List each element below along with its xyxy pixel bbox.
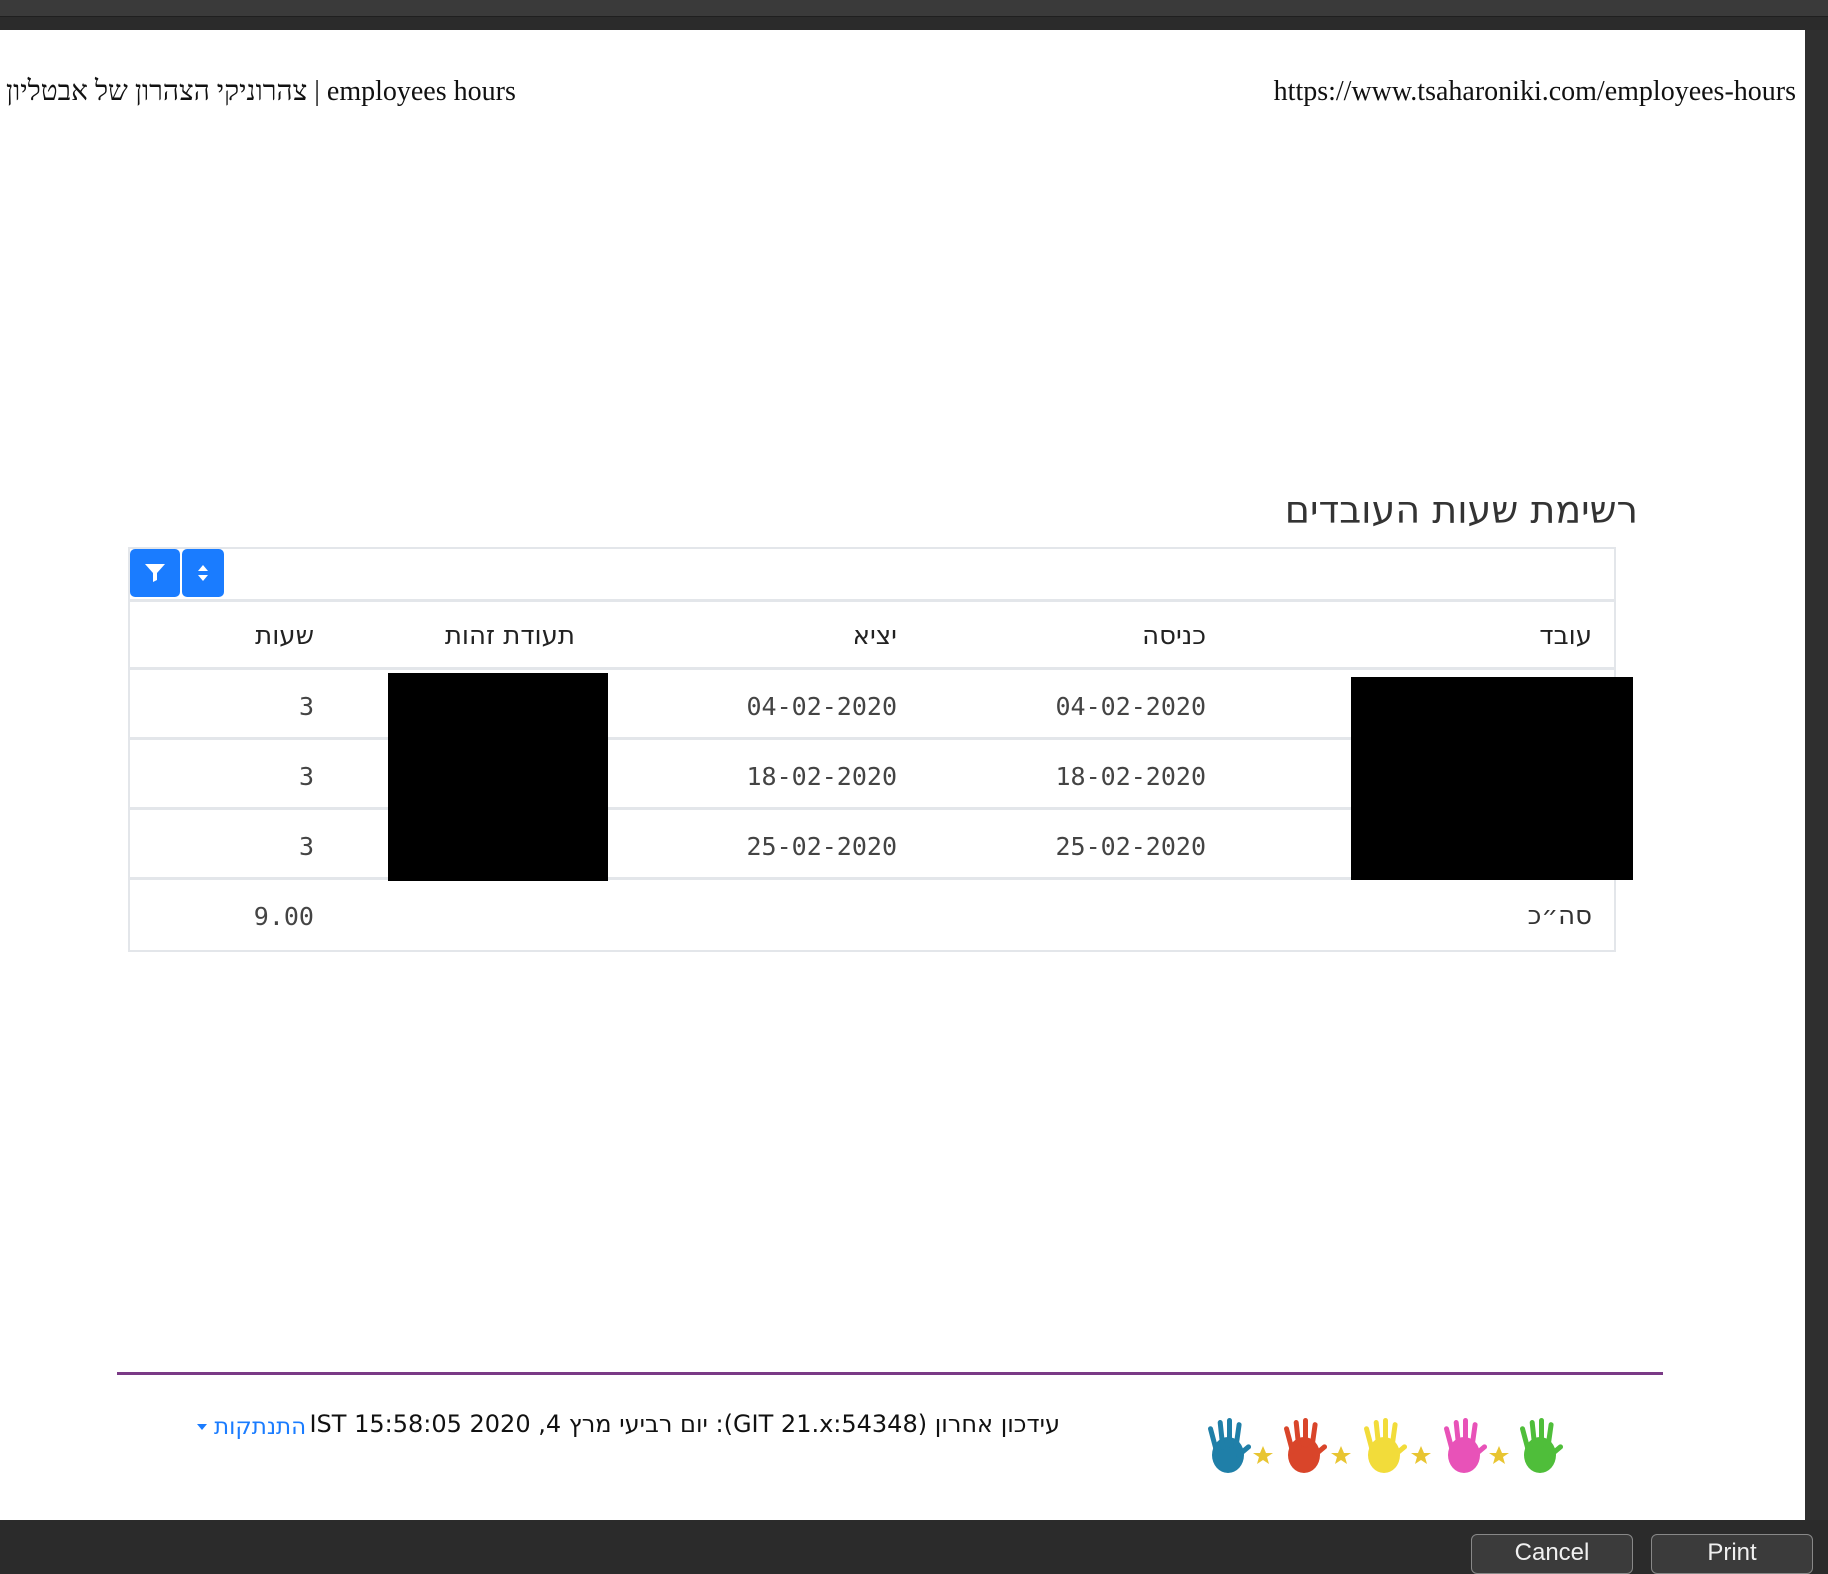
- column-header-hours[interactable]: שעות: [255, 602, 314, 670]
- preview-scroll-rail[interactable]: [1805, 30, 1828, 1520]
- print-button[interactable]: Print: [1651, 1534, 1813, 1574]
- filter-icon: [145, 564, 165, 582]
- hand-yellow-icon: [1364, 1418, 1408, 1473]
- cell-hours: 3: [298, 691, 314, 721]
- star-icon: [1253, 1446, 1273, 1464]
- last-update-day: יום רביעי מרץ: [568, 1410, 708, 1438]
- print-header-title: צהרוניקי הצהרון של אבטליון | employees h…: [6, 76, 516, 107]
- redacted-worker-block: [1351, 677, 1633, 880]
- table-toolbar: [130, 549, 1614, 602]
- total-hours: 9.00: [253, 901, 314, 931]
- table-header-row: עובד כניסה יציא תעודת זהות שעות: [130, 602, 1614, 670]
- table-total-row: סה״כ 9.00: [130, 882, 1614, 950]
- cell-enter: 04-02-2020: [1055, 691, 1206, 721]
- cell-enter: 25-02-2020: [1055, 831, 1206, 861]
- cell-hours: 3: [298, 831, 314, 861]
- column-header-exit[interactable]: יציא: [853, 602, 897, 670]
- star-icon: [1489, 1446, 1509, 1464]
- star-icon: [1411, 1446, 1431, 1464]
- column-header-enter[interactable]: כניסה: [1142, 602, 1206, 670]
- filter-button[interactable]: [130, 549, 180, 597]
- last-update-git: (GIT 21.x:54348):: [715, 1410, 928, 1438]
- column-header-id[interactable]: תעודת זהות: [445, 602, 575, 670]
- hand-green-icon: [1520, 1418, 1564, 1473]
- column-header-worker[interactable]: עובד: [1539, 602, 1592, 670]
- cell-exit: 18-02-2020: [746, 761, 897, 791]
- logout-dropdown[interactable]: התנתקות: [196, 1414, 306, 1440]
- cell-hours: 3: [298, 761, 314, 791]
- logout-label: התנתקות: [214, 1414, 307, 1440]
- footer-divider: [117, 1372, 1663, 1375]
- star-icon: [1331, 1446, 1351, 1464]
- sort-button[interactable]: [182, 549, 224, 597]
- cell-exit: 04-02-2020: [746, 691, 897, 721]
- last-update-info: עידכון אחרון (GIT 21.x:54348): יום רביעי…: [309, 1410, 1060, 1440]
- colorful-hands-logo: [1208, 1418, 1564, 1473]
- total-label: סה״כ: [1527, 901, 1592, 931]
- hand-red-icon: [1284, 1418, 1328, 1473]
- cell-exit: 25-02-2020: [746, 831, 897, 861]
- window-top-bar: [0, 0, 1828, 17]
- hand-pink-icon: [1444, 1418, 1488, 1473]
- redacted-id-block: [388, 673, 608, 881]
- print-header-url: https://www.tsaharoniki.com/employees-ho…: [1273, 76, 1796, 107]
- cancel-button[interactable]: Cancel: [1471, 1534, 1633, 1574]
- page-title: רשימת שעות העובדים: [1284, 488, 1638, 532]
- last-update-label: עידכון אחרון: [934, 1410, 1060, 1438]
- caret-down-icon: [197, 1424, 207, 1430]
- cell-enter: 18-02-2020: [1055, 761, 1206, 791]
- hand-blue-icon: [1208, 1418, 1252, 1473]
- last-update-date: 4, 2020 15:58:05 IST: [309, 1410, 562, 1438]
- sort-icon: [198, 565, 208, 581]
